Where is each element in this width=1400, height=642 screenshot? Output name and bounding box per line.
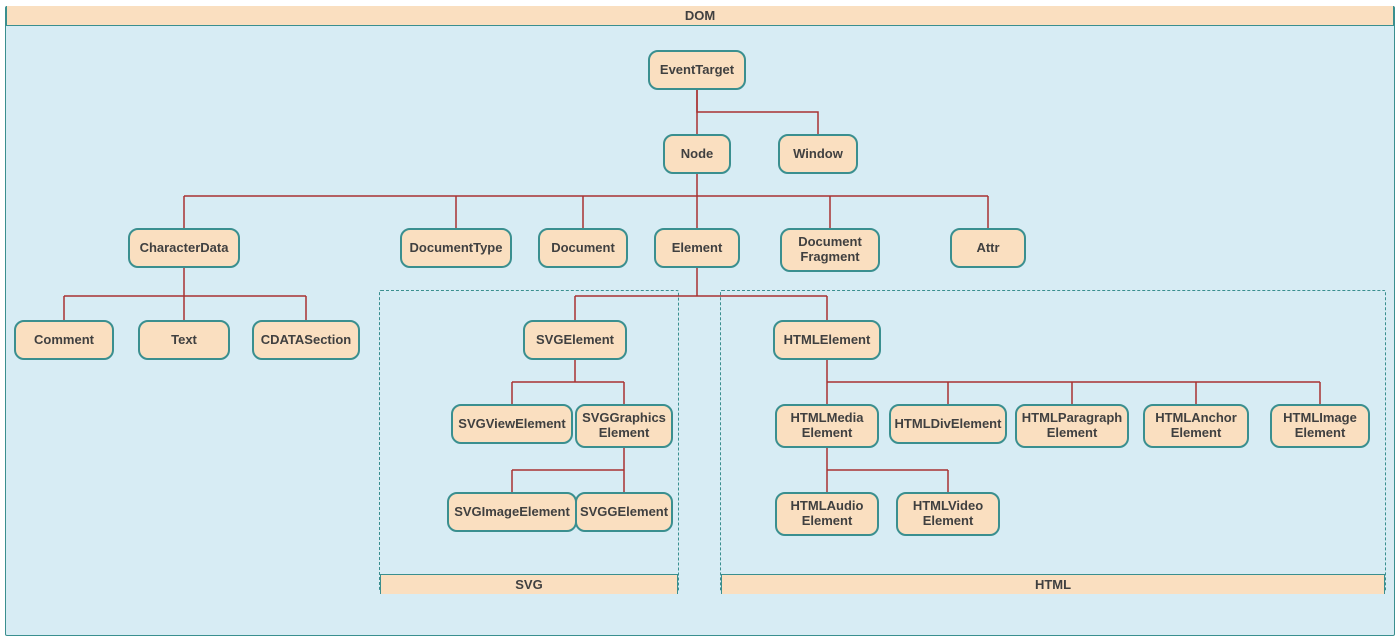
node-svggraphicselement: SVGGraphics Element xyxy=(575,404,673,448)
diagram-container: DOM SVG HTML xyxy=(0,0,1400,642)
node-svgimageelement: SVGImageElement xyxy=(447,492,577,532)
node-svgviewelement: SVGViewElement xyxy=(451,404,573,444)
node-window: Window xyxy=(778,134,858,174)
node-node: Node xyxy=(663,134,731,174)
node-htmlelement: HTMLElement xyxy=(773,320,881,360)
node-htmlvideoelement: HTMLVideo Element xyxy=(896,492,1000,536)
node-attr: Attr xyxy=(950,228,1026,268)
node-htmlparagraph: HTMLParagraph Element xyxy=(1015,404,1129,448)
node-document: Document xyxy=(538,228,628,268)
node-htmlimage: HTMLImage Element xyxy=(1270,404,1370,448)
node-comment: Comment xyxy=(14,320,114,360)
node-documenttype: DocumentType xyxy=(400,228,512,268)
node-text: Text xyxy=(138,320,230,360)
node-htmldiv: HTMLDivElement xyxy=(889,404,1007,444)
node-htmlaudioelement: HTMLAudio Element xyxy=(775,492,879,536)
node-element: Element xyxy=(654,228,740,268)
node-eventtarget: EventTarget xyxy=(648,50,746,90)
node-htmlmediaelement: HTMLMedia Element xyxy=(775,404,879,448)
node-cdatasection: CDATASection xyxy=(252,320,360,360)
node-htmlanchor: HTMLAnchor Element xyxy=(1143,404,1249,448)
node-characterdata: CharacterData xyxy=(128,228,240,268)
edge xyxy=(697,90,818,134)
node-svggelement: SVGGElement xyxy=(575,492,673,532)
node-svgelement: SVGElement xyxy=(523,320,627,360)
node-documentfragment: Document Fragment xyxy=(780,228,880,272)
